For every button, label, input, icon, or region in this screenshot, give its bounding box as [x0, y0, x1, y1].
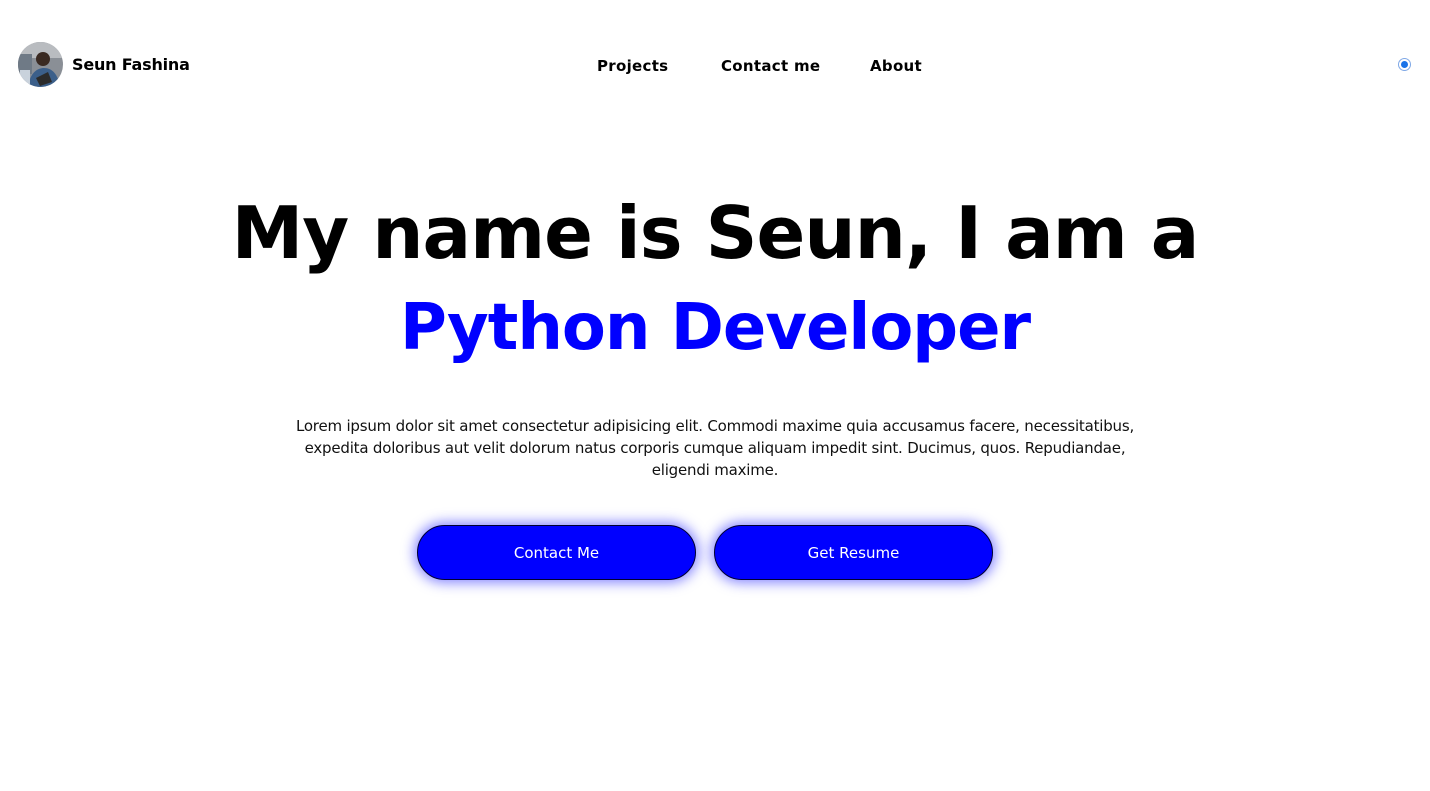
theme-toggle-radio-icon[interactable]	[1398, 58, 1411, 71]
navbar: Seun Fashina Projects Contact me About	[0, 0, 1430, 130]
hero-title: My name is Seun, I am a	[231, 191, 1200, 275]
get-resume-button[interactable]: Get Resume	[714, 525, 993, 580]
theme-toggle-dot	[1401, 61, 1408, 68]
nav-link-contact-me[interactable]: Contact me	[721, 56, 820, 76]
nav-menu: Projects Contact me About	[0, 56, 1430, 78]
nav-link-about[interactable]: About	[870, 56, 922, 76]
hero-subtitle: Python Developer	[399, 291, 1031, 365]
nav-link-projects[interactable]: Projects	[597, 56, 668, 76]
contact-me-button[interactable]: Contact Me	[417, 525, 696, 580]
hero-description: Lorem ipsum dolor sit amet consectetur a…	[295, 417, 1135, 479]
